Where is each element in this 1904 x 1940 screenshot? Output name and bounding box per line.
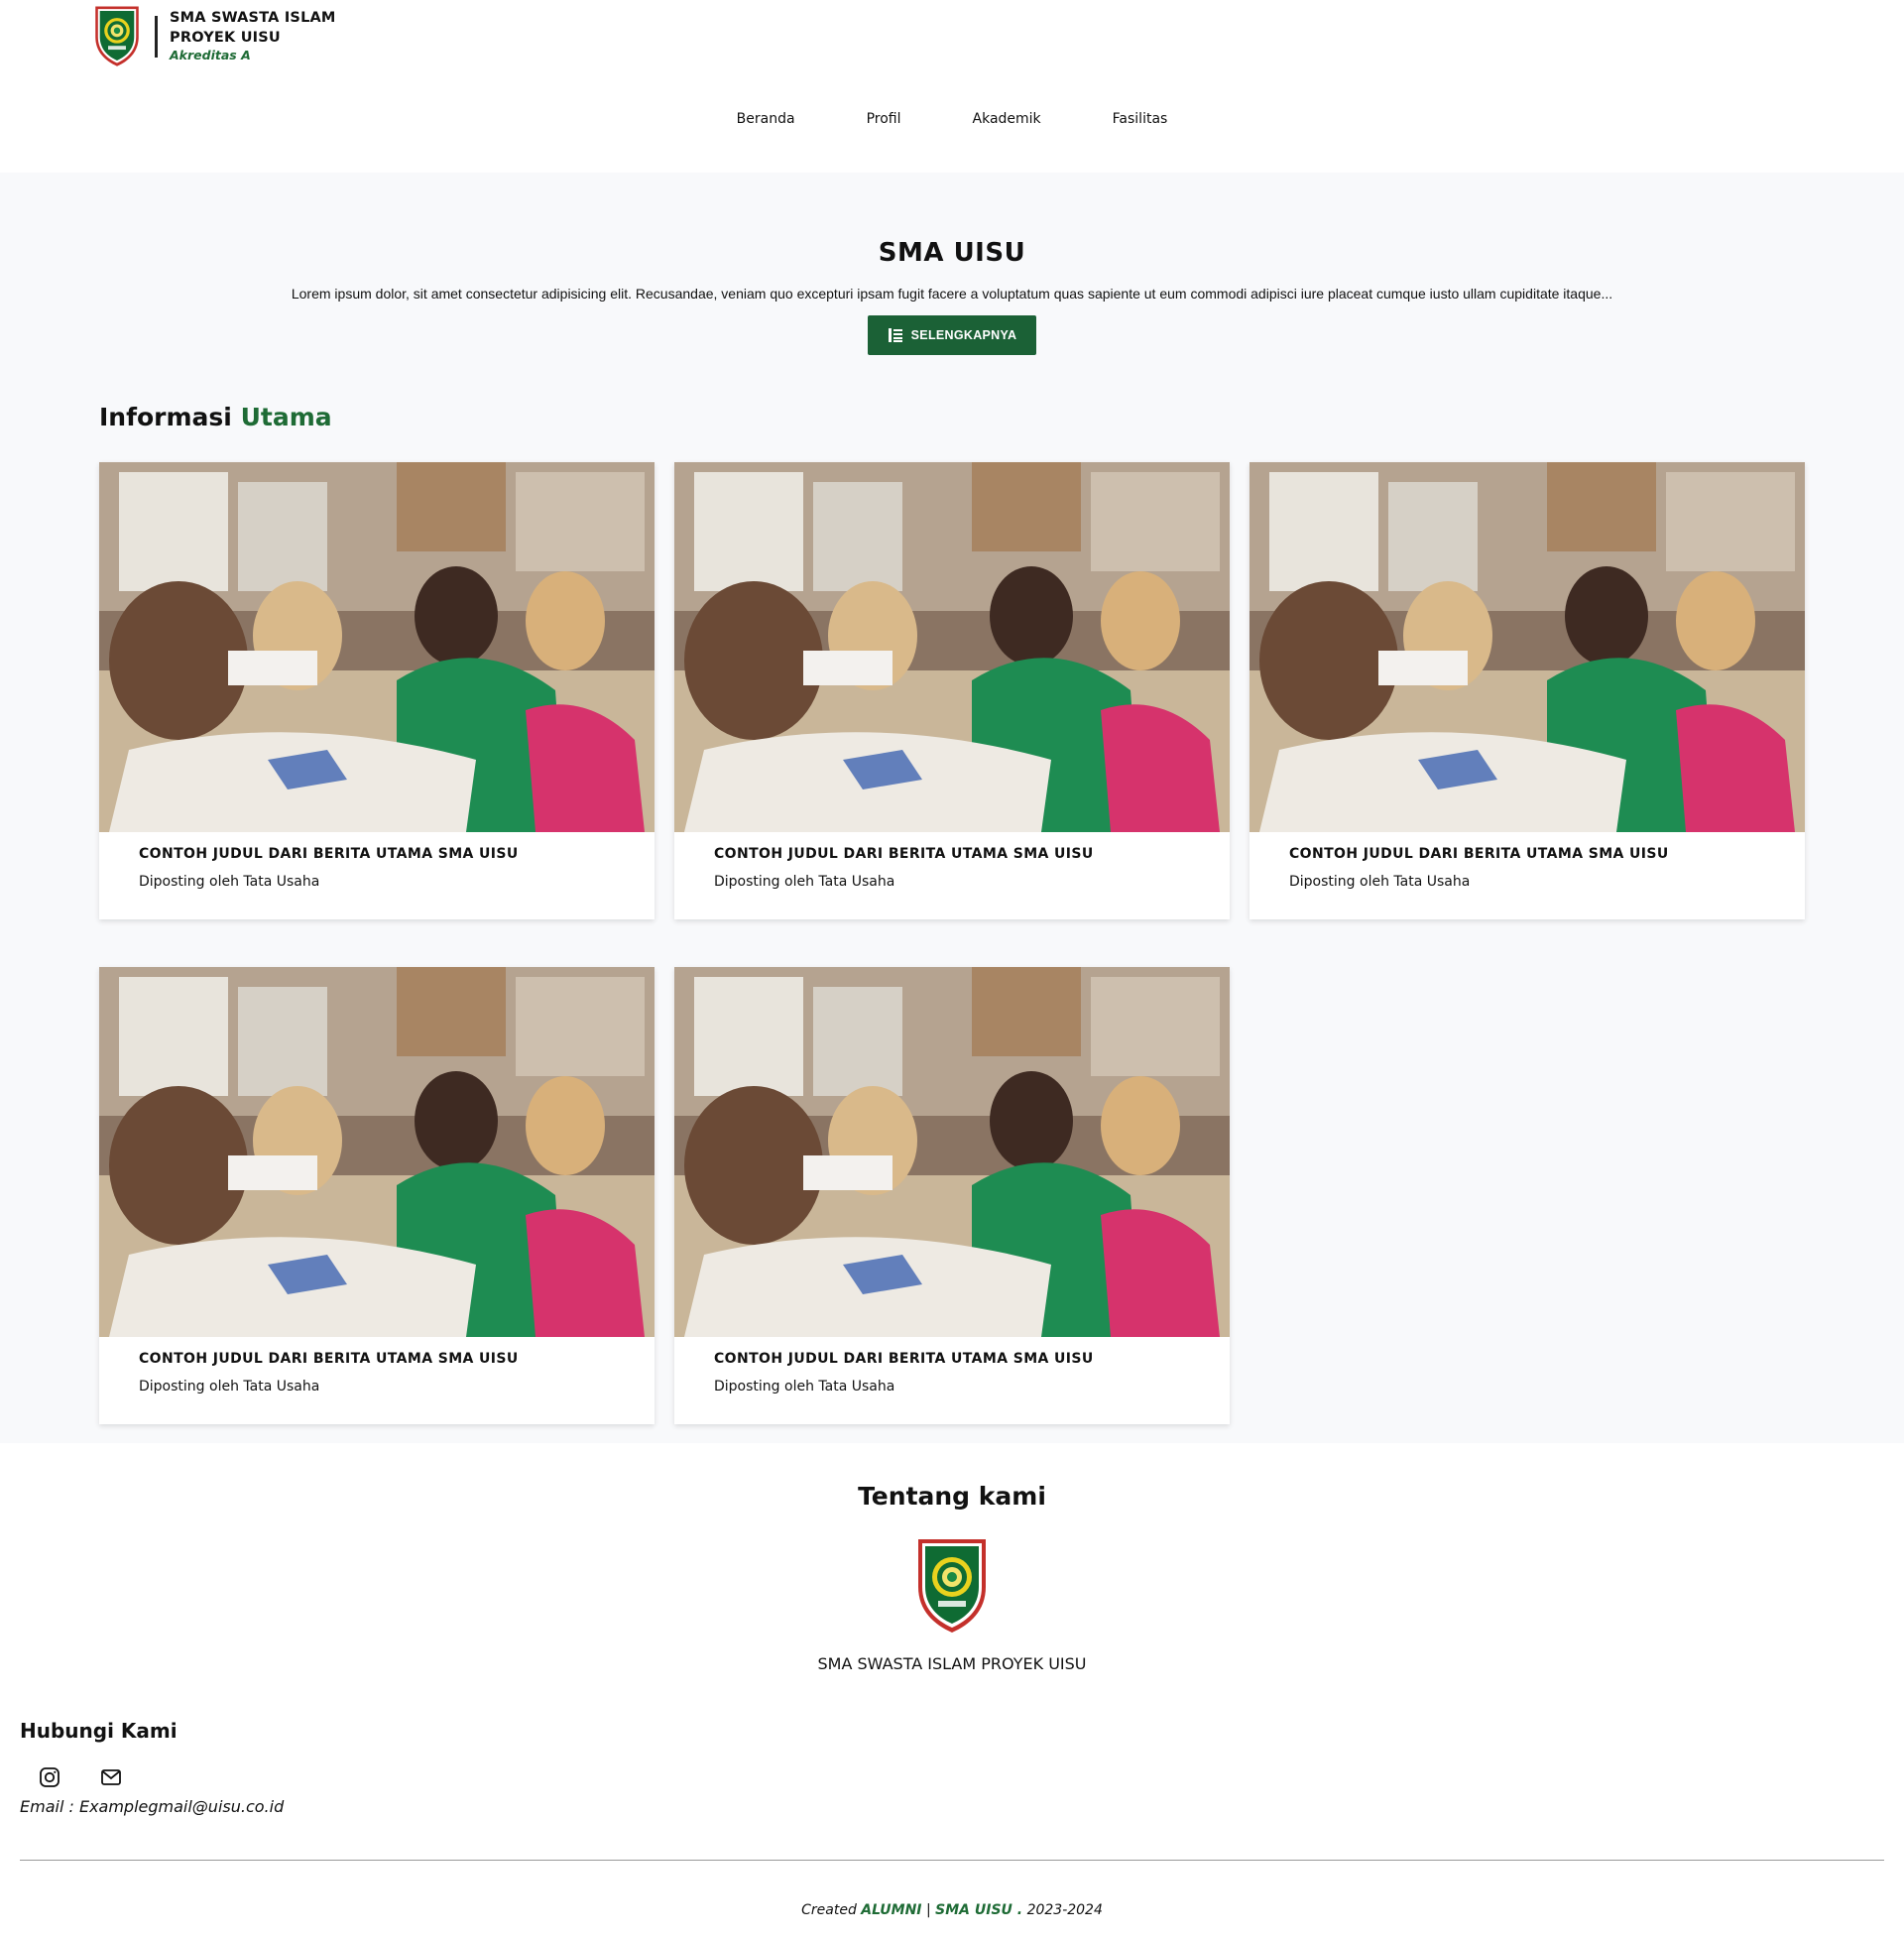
nav-profil[interactable]: Profil xyxy=(831,111,937,127)
news-card-image xyxy=(99,462,654,832)
news-card-meta: Diposting oleh Tata Usaha xyxy=(714,1379,895,1394)
news-card-meta: Diposting oleh Tata Usaha xyxy=(139,874,320,890)
site-header: SMA SWASTA ISLAM PROYEK UISU Akreditas A… xyxy=(0,0,1904,173)
footer-dot: . xyxy=(1016,1902,1023,1918)
news-card-meta: Diposting oleh Tata Usaha xyxy=(139,1379,320,1394)
contact-email: Email : Examplegmail@uisu.co.id xyxy=(20,1797,285,1816)
brand-separator xyxy=(155,16,158,58)
nav-fasilitas[interactable]: Fasilitas xyxy=(1077,111,1204,127)
about-title: Tentang kami xyxy=(858,1482,1046,1511)
news-card-title: CONTOH JUDUL DARI BERITA UTAMA SMA UISU xyxy=(139,1351,519,1367)
nav-beranda[interactable]: Beranda xyxy=(701,111,831,127)
news-card-image xyxy=(99,967,654,1337)
main-section: SMA UISU Lorem ipsum dolor, sit amet con… xyxy=(0,173,1904,1443)
news-card[interactable]: CONTOH JUDUL DARI BERITA UTAMA SMA UISU … xyxy=(674,462,1230,919)
footer-created: Created xyxy=(801,1902,857,1918)
section-title-part2: Utama xyxy=(240,403,332,431)
hero-title: SMA UISU xyxy=(878,238,1026,268)
selengkapnya-button[interactable]: SELENGKAPNYA xyxy=(868,315,1036,355)
news-card-image xyxy=(1250,462,1805,832)
selengkapnya-label: SELENGKAPNYA xyxy=(910,328,1017,342)
contact-title: Hubungi Kami xyxy=(20,1719,178,1743)
about-school-name: SMA SWASTA ISLAM PROYEK UISU xyxy=(817,1654,1087,1673)
news-card[interactable]: CONTOH JUDUL DARI BERITA UTAMA SMA UISU … xyxy=(674,967,1230,1424)
section-title-informasi: Informasi Utama xyxy=(99,403,332,431)
news-card-image xyxy=(674,967,1230,1337)
school-name: SMA SWASTA ISLAM PROYEK UISU xyxy=(170,10,336,46)
news-card-title: CONTOH JUDUL DARI BERITA UTAMA SMA UISU xyxy=(139,846,519,862)
brand[interactable]: SMA SWASTA ISLAM PROYEK UISU Akreditas A xyxy=(91,4,338,67)
mail-icon[interactable] xyxy=(99,1765,123,1789)
school-crest-logo xyxy=(91,4,143,67)
news-card[interactable]: CONTOH JUDUL DARI BERITA UTAMA SMA UISU … xyxy=(99,967,654,1424)
about-crest-logo xyxy=(912,1535,992,1635)
list-icon xyxy=(888,328,902,342)
footer-school: SMA UISU xyxy=(935,1902,1012,1918)
news-card-image xyxy=(674,462,1230,832)
footer-sep: | xyxy=(925,1902,931,1918)
hero-description: Lorem ipsum dolor, sit amet consectetur … xyxy=(291,286,1613,302)
news-card-meta: Diposting oleh Tata Usaha xyxy=(714,874,895,890)
brand-text: SMA SWASTA ISLAM PROYEK UISU Akreditas A xyxy=(170,8,338,62)
instagram-icon[interactable] xyxy=(38,1765,61,1789)
news-card-meta: Diposting oleh Tata Usaha xyxy=(1289,874,1471,890)
footer-credit: Created ALUMNI | SMA UISU . 2023-2024 xyxy=(0,1902,1904,1918)
footer-years: 2023-2024 xyxy=(1026,1902,1103,1918)
section-title-part1: Informasi xyxy=(99,403,232,431)
footer-alumni: ALUMNI xyxy=(861,1902,922,1918)
news-card[interactable]: CONTOH JUDUL DARI BERITA UTAMA SMA UISU … xyxy=(1250,462,1805,919)
news-card-title: CONTOH JUDUL DARI BERITA UTAMA SMA UISU xyxy=(1289,846,1669,862)
main-nav: Beranda Profil Akademik Fasilitas xyxy=(0,111,1904,127)
news-card[interactable]: CONTOH JUDUL DARI BERITA UTAMA SMA UISU … xyxy=(99,462,654,919)
accreditation-label: Akreditas A xyxy=(170,48,251,62)
contact-icons xyxy=(38,1765,123,1789)
news-card-title: CONTOH JUDUL DARI BERITA UTAMA SMA UISU xyxy=(714,1351,1094,1367)
news-card-title: CONTOH JUDUL DARI BERITA UTAMA SMA UISU xyxy=(714,846,1094,862)
nav-akademik[interactable]: Akademik xyxy=(937,111,1077,127)
footer-divider xyxy=(20,1860,1884,1861)
